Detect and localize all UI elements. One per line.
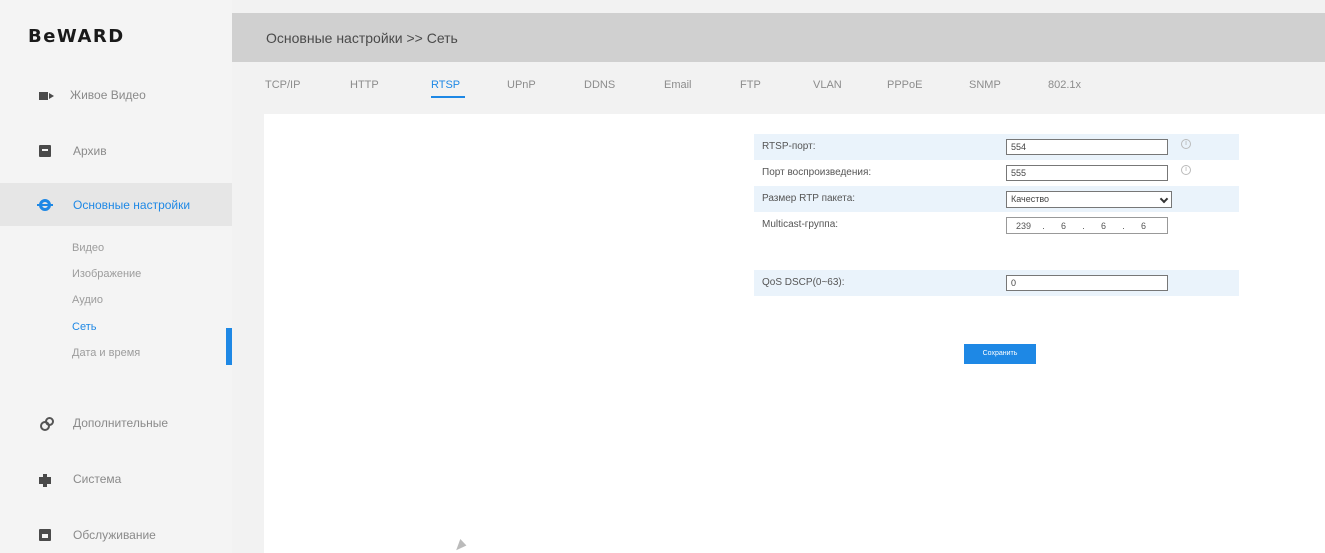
header-bar: Основные настройки >> Сеть [232, 13, 1325, 62]
playback-port-label: Порт воспроизведения: [762, 167, 872, 178]
rtp-size-value: Качество [1011, 194, 1050, 204]
sidebar: BeWARD Живое Видео Архив Основные настро… [0, 0, 232, 553]
form-row-multicast: Multicast-группа: 239 . 6 . 6 . 6 [754, 212, 1239, 238]
rtsp-port-label: RTSP-порт: [762, 141, 816, 152]
form-row-qos: QoS DSCP(0~63): 0 [754, 270, 1239, 296]
sidebar-item-basic-settings[interactable]: Основные настройки [0, 183, 232, 226]
chevron-down-icon [1159, 194, 1169, 204]
gear-icon [37, 198, 53, 211]
sidebar-subitem-video[interactable]: Видео [72, 239, 104, 257]
tab-ftp[interactable]: FTP [740, 79, 761, 91]
playback-port-input[interactable]: 555 [1006, 165, 1168, 181]
tab-snmp[interactable]: SNMP [969, 79, 1001, 91]
sidebar-item-label: Архив [73, 144, 107, 158]
ip-octet-2[interactable]: 6 [1047, 221, 1080, 231]
sidebar-item-live-video[interactable]: Живое Видео [0, 75, 232, 115]
sidebar-item-additional[interactable]: Дополнительные [0, 403, 232, 443]
ip-dot: . [1082, 220, 1085, 231]
tab-rtsp[interactable]: RTSP [431, 79, 460, 91]
sidebar-item-label: Дополнительные [73, 416, 168, 430]
sidebar-subitem-image[interactable]: Изображение [72, 265, 141, 283]
sidebar-item-system[interactable]: Система [0, 459, 232, 499]
video-camera-icon [39, 91, 54, 100]
tab-bar: TCP/IP HTTP RTSP UPnP DDNS Email FTP VLA… [232, 62, 1325, 114]
multicast-label: Multicast-группа: [762, 219, 839, 230]
tab-upnp[interactable]: UPnP [507, 79, 536, 91]
ip-octet-1[interactable]: 239 [1007, 221, 1040, 231]
maintenance-icon [39, 529, 51, 541]
rtp-size-select[interactable]: Качество [1006, 191, 1172, 208]
tab-tcpip[interactable]: TCP/IP [265, 79, 300, 91]
ip-dot: . [1042, 220, 1045, 231]
extra-settings-icon [39, 417, 54, 431]
tab-8021x[interactable]: 802.1x [1048, 79, 1081, 91]
form-row-playback-port: Порт воспроизведения: 555 i [754, 160, 1239, 186]
sidebar-subitem-datetime[interactable]: Дата и время [72, 344, 140, 362]
qos-input[interactable]: 0 [1006, 275, 1168, 291]
sidebar-item-maintenance[interactable]: Обслуживание [0, 515, 232, 553]
sidebar-item-label: Обслуживание [73, 528, 156, 542]
tab-http[interactable]: HTTP [350, 79, 379, 91]
sidebar-item-label: Система [73, 472, 122, 486]
sidebar-item-archive[interactable]: Архив [0, 131, 232, 171]
tab-email[interactable]: Email [664, 79, 692, 91]
ip-dot: . [1122, 220, 1125, 231]
logo: BeWARD [28, 26, 125, 47]
sidebar-subitem-audio[interactable]: Аудио [72, 291, 103, 309]
form-row-rtp-size: Размер RTP пакета: Качество [754, 186, 1239, 212]
system-icon [39, 473, 51, 487]
qos-label: QoS DSCP(0~63): [762, 277, 845, 288]
tab-vlan[interactable]: VLAN [813, 79, 842, 91]
tab-ddns[interactable]: DDNS [584, 79, 615, 91]
sidebar-item-label: Основные настройки [73, 197, 191, 212]
sidebar-subitem-network[interactable]: Сеть [72, 318, 96, 336]
multicast-ip-input[interactable]: 239 . 6 . 6 . 6 [1006, 217, 1168, 234]
tab-pppoe[interactable]: PPPoE [887, 79, 922, 91]
breadcrumb: Основные настройки >> Сеть [266, 30, 458, 46]
ip-octet-4[interactable]: 6 [1127, 221, 1160, 231]
info-icon[interactable]: i [1181, 139, 1191, 149]
rtp-size-label: Размер RTP пакета: [762, 193, 856, 204]
sidebar-item-label: Живое Видео [70, 88, 146, 102]
form-row-rtsp-port: RTSP-порт: 554 i [754, 134, 1239, 160]
ip-octet-3[interactable]: 6 [1087, 221, 1120, 231]
info-icon[interactable]: i [1181, 165, 1191, 175]
archive-icon [39, 145, 51, 157]
active-tab-underline [431, 96, 465, 98]
rtsp-port-input[interactable]: 554 [1006, 139, 1168, 155]
save-button[interactable]: Сохранить [964, 344, 1036, 364]
active-indicator [226, 328, 232, 365]
